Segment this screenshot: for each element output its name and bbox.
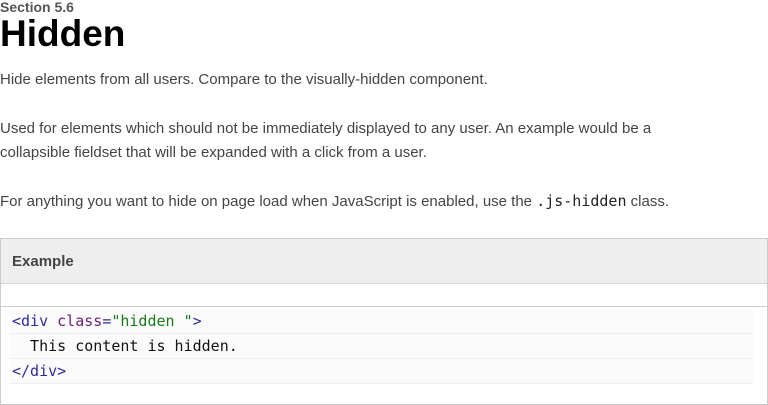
js-hidden-class-code: .js-hidden <box>536 192 627 210</box>
description-paragraph: Hide elements from all users. Compare to… <box>0 71 488 88</box>
code-string: "hidden " <box>111 312 193 330</box>
js-hidden-text-after: class. <box>626 193 670 210</box>
code-line: This content is hidden. <box>10 334 753 359</box>
usage-line-1: Used for elements which should not be im… <box>0 120 652 137</box>
example-preview <box>1 284 767 307</box>
code-tag-close: > <box>192 312 202 330</box>
code-line: </div> <box>10 359 753 384</box>
code-equals: = <box>102 312 112 330</box>
code-line: <div class="hidden "> <box>10 309 753 334</box>
js-hidden-paragraph: For anything you want to hide on page lo… <box>0 189 740 214</box>
js-hidden-text-before: For anything you want to hide on page lo… <box>0 193 537 210</box>
usage-line-2: collapsible fieldset that will be expand… <box>0 144 427 161</box>
code-attribute: class <box>57 312 103 330</box>
code-block: <div class="hidden "> This content is hi… <box>1 307 767 384</box>
example-box: Example <div class="hidden "> This conte… <box>0 238 768 405</box>
usage-paragraph: Used for elements which should not be im… <box>0 117 740 165</box>
page-title: Hidden <box>0 13 126 54</box>
code-tag-open: <div <box>12 312 58 330</box>
example-header: Example <box>1 239 767 284</box>
